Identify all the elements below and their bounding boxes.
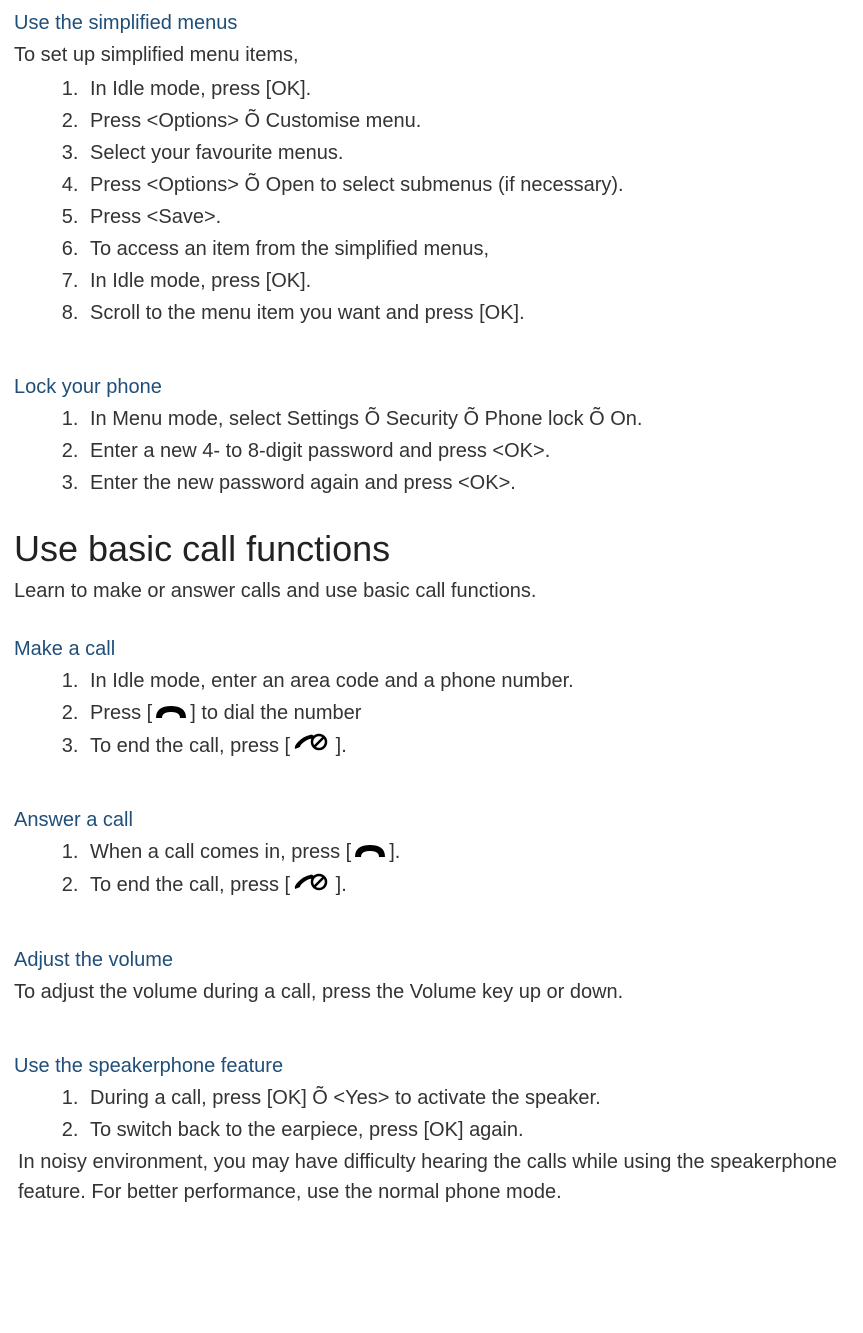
steps-answer-call: When a call comes in, press []. To end t… xyxy=(14,837,849,900)
section-title-adjust-volume: Adjust the volume xyxy=(14,945,849,975)
list-item: To end the call, press [ ]. xyxy=(84,870,849,901)
list-item: To access an item from the simplified me… xyxy=(84,234,849,264)
step-text: ]. xyxy=(330,735,347,757)
list-item: Enter a new 4- to 8-digit password and p… xyxy=(84,436,849,466)
step-text: ]. xyxy=(330,874,347,896)
list-item: When a call comes in, press []. xyxy=(84,837,849,868)
step-text: To end the call, press [ xyxy=(90,735,290,757)
list-item: Press <Options> Õ Open to select submenu… xyxy=(84,170,849,200)
list-item: Press [ ] to dial the number xyxy=(84,698,849,729)
list-item: In Idle mode, press [OK]. xyxy=(84,266,849,296)
steps-speakerphone: During a call, press [OK] Õ <Yes> to act… xyxy=(14,1083,849,1145)
text-adjust-volume: To adjust the volume during a call, pres… xyxy=(14,977,849,1007)
list-item: In Idle mode, press [OK]. xyxy=(84,74,849,104)
step-text: When a call comes in, press [ xyxy=(90,841,351,863)
heading-basic-call-functions: Use basic call functions xyxy=(14,522,849,576)
section-title-lock-phone: Lock your phone xyxy=(14,372,849,402)
section-title-speakerphone: Use the speakerphone feature xyxy=(14,1051,849,1081)
intro-basic-calls: Learn to make or answer calls and use ba… xyxy=(14,576,849,606)
list-item: In Idle mode, enter an area code and a p… xyxy=(84,666,849,696)
list-item: In Menu mode, select Settings Õ Security… xyxy=(84,404,849,434)
step-text: ]. xyxy=(389,841,400,863)
steps-make-call: In Idle mode, enter an area code and a p… xyxy=(14,666,849,761)
steps-simplified-menus: In Idle mode, press [OK]. Press <Options… xyxy=(14,74,849,328)
end-call-key-icon xyxy=(292,731,328,761)
intro-simplified-menus: To set up simplified menu items, xyxy=(14,40,849,70)
step-text: To end the call, press [ xyxy=(90,874,290,896)
end-call-key-icon xyxy=(292,871,328,901)
steps-lock-phone: In Menu mode, select Settings Õ Security… xyxy=(14,404,849,498)
note-speakerphone: In noisy environment, you may have diffi… xyxy=(18,1147,849,1207)
list-item: Select your favourite menus. xyxy=(84,138,849,168)
step-text: ] to dial the number xyxy=(190,702,361,724)
list-item: During a call, press [OK] Õ <Yes> to act… xyxy=(84,1083,849,1113)
section-title-make-call: Make a call xyxy=(14,634,849,664)
call-key-icon xyxy=(353,838,387,868)
list-item: Press <Options> Õ Customise menu. xyxy=(84,106,849,136)
section-title-simplified-menus: Use the simplified menus xyxy=(14,8,849,38)
call-key-icon xyxy=(154,699,188,729)
list-item: Press <Save>. xyxy=(84,202,849,232)
step-text: Press [ xyxy=(90,702,152,724)
list-item: Scroll to the menu item you want and pre… xyxy=(84,298,849,328)
section-title-answer-call: Answer a call xyxy=(14,805,849,835)
list-item: To switch back to the earpiece, press [O… xyxy=(84,1115,849,1145)
list-item: Enter the new password again and press <… xyxy=(84,468,849,498)
list-item: To end the call, press [ ]. xyxy=(84,731,849,762)
